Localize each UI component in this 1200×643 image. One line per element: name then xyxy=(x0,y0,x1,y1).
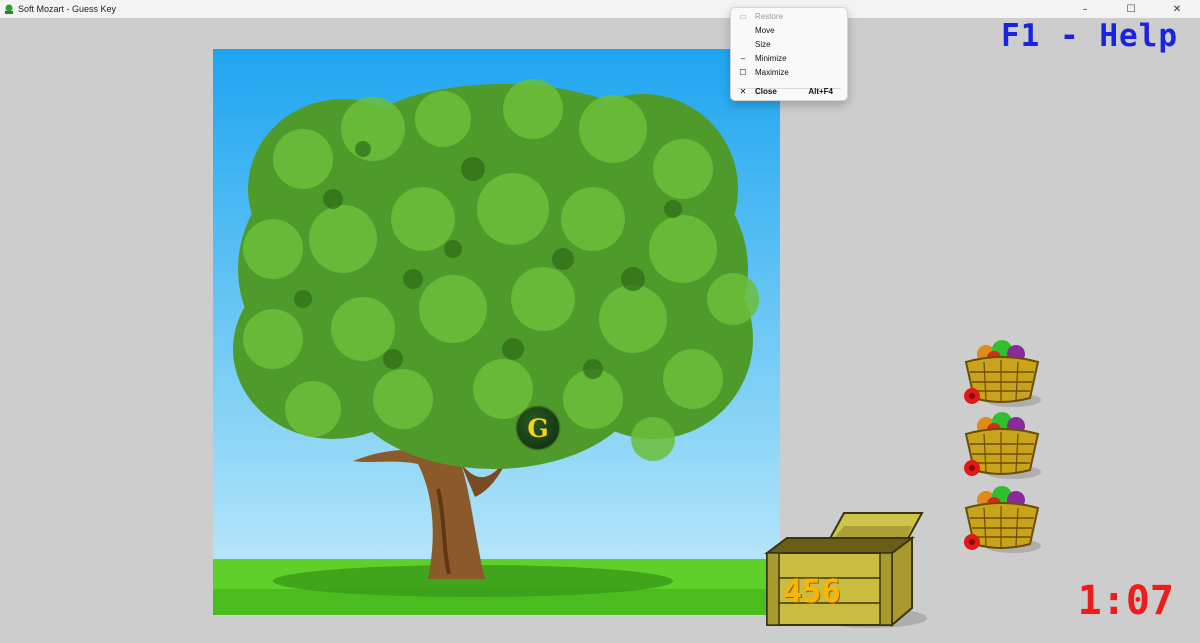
score-display: 456 xyxy=(783,572,841,610)
maximize-button[interactable]: ☐ xyxy=(1108,0,1154,18)
system-context-menu: ▭ Restore Move Size – Minimize ☐ Maximiz… xyxy=(730,7,848,101)
app-icon xyxy=(5,4,13,14)
title-bar[interactable]: Soft Mozart - Guess Key – ☐ ✕ xyxy=(0,0,1200,18)
menu-item-size[interactable]: Size xyxy=(731,38,847,52)
menu-item-label: Move xyxy=(755,26,775,35)
menu-item-shortcut: Alt+F4 xyxy=(808,87,833,96)
menu-item-label: Minimize xyxy=(755,54,787,63)
tree-illustration xyxy=(213,79,780,615)
fruit-basket-icon xyxy=(964,412,1041,479)
maximize-icon: ☐ xyxy=(739,68,747,77)
menu-item-move[interactable]: Move xyxy=(731,24,847,38)
tree-scene xyxy=(213,49,780,615)
note-ball[interactable]: G xyxy=(517,407,559,449)
minimize-icon: – xyxy=(740,54,746,63)
menu-item-minimize[interactable]: – Minimize xyxy=(731,52,847,66)
close-button[interactable]: ✕ xyxy=(1154,0,1200,18)
treasure-chest-icon xyxy=(764,512,927,628)
menu-item-label: Maximize xyxy=(755,68,789,77)
minimize-button[interactable]: – xyxy=(1062,0,1108,18)
menu-item-close[interactable]: ✕ Close Alt+F4 xyxy=(731,85,847,99)
menu-item-maximize[interactable]: ☐ Maximize xyxy=(731,66,847,80)
menu-item-restore[interactable]: ▭ Restore xyxy=(731,10,847,24)
menu-item-label: Size xyxy=(755,40,771,49)
window-title: Soft Mozart - Guess Key xyxy=(18,4,117,14)
menu-item-label: Close xyxy=(755,87,777,96)
fruit-basket-icon xyxy=(964,486,1041,553)
restore-icon: ▭ xyxy=(739,12,747,21)
menu-item-label: Restore xyxy=(755,12,784,21)
timer-display: 1:07 xyxy=(1077,578,1174,624)
help-label[interactable]: F1 - Help xyxy=(1001,18,1178,54)
close-icon: ✕ xyxy=(739,87,747,96)
fruit-basket-icon xyxy=(964,340,1041,407)
